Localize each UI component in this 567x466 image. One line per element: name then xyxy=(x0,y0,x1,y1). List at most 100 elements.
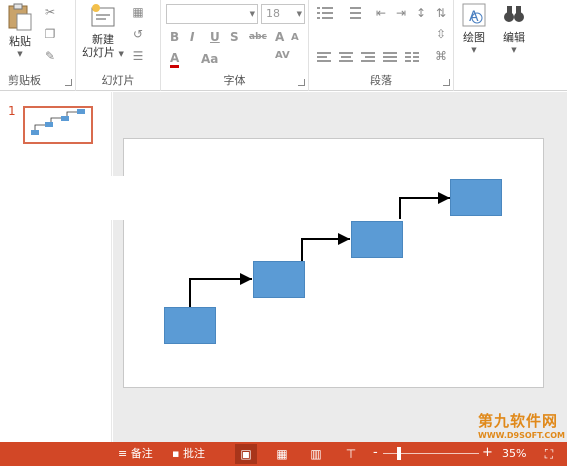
paste-icon xyxy=(8,3,32,31)
align-text-icon[interactable]: ⇳ xyxy=(433,26,449,42)
decrease-indent-icon[interactable]: ⇤ xyxy=(373,5,389,21)
fit-to-window-button[interactable]: ⛶ xyxy=(538,444,560,464)
align-right-icon[interactable] xyxy=(361,52,377,64)
font-color-button[interactable]: A xyxy=(170,52,180,68)
paste-label: 粘贴 xyxy=(9,35,31,48)
bullets-icon[interactable] xyxy=(317,6,335,20)
shadow-button[interactable]: S xyxy=(230,30,239,44)
columns-icon[interactable] xyxy=(405,52,421,64)
drawing-button[interactable]: A 绘图 ▼ xyxy=(458,2,490,57)
bold-button[interactable]: B xyxy=(170,30,179,44)
copy-icon[interactable]: ❐ xyxy=(42,26,58,42)
align-left-icon[interactable] xyxy=(317,52,333,64)
font-group: ▼ 18 ▼ A A B I U S abc AV A Aa 字体 xyxy=(161,0,309,91)
slide-number: 1 xyxy=(8,104,16,118)
status-bar: ≡ 备注 ▪ 批注 ▣ ▦ ▥ ⊤ - + 35% ⛶ xyxy=(0,442,567,466)
slide-thumbnail-preview xyxy=(31,109,85,135)
zoom-percent[interactable]: 35% xyxy=(502,446,526,462)
chevron-down-icon: ▼ xyxy=(17,50,23,58)
notes-button[interactable]: ≡ 备注 xyxy=(118,446,153,462)
connector-arrow-2[interactable] xyxy=(301,233,350,261)
numbering-icon[interactable] xyxy=(345,6,363,20)
paste-button[interactable]: 粘贴 ▼ xyxy=(4,2,36,61)
font-size-value: 18 xyxy=(266,7,280,20)
watermark: 第九软件网 WWW.D9SOFT.COM xyxy=(478,410,566,440)
connector-arrow-1[interactable] xyxy=(189,273,252,307)
strike-button[interactable]: abc xyxy=(249,32,267,42)
editing-button[interactable]: 编辑 ▼ xyxy=(498,2,530,57)
format-painter-icon[interactable]: ✎ xyxy=(42,48,58,64)
normal-view-icon: ▣ xyxy=(240,447,252,461)
chevron-down-icon: ▼ xyxy=(471,46,477,54)
notes-label: 备注 xyxy=(130,447,153,460)
thumbnail-pane: 1 xyxy=(0,92,112,442)
zoom-slider-thumb[interactable] xyxy=(397,447,401,460)
font-name-combo[interactable]: ▼ xyxy=(166,4,258,24)
font-launcher-icon[interactable] xyxy=(298,79,305,86)
paragraph-group-label: 段落 xyxy=(370,74,392,87)
new-slide-button[interactable]: 新建 幻灯片 ▼ xyxy=(80,2,126,61)
cut-icon[interactable]: ✂ xyxy=(42,4,58,20)
drawing-group: A 绘图 ▼ xyxy=(454,0,494,91)
connector-arrow-3[interactable] xyxy=(399,192,450,219)
font-size-combo[interactable]: 18 ▼ xyxy=(261,4,305,24)
slideshow-icon: ⊤ xyxy=(345,447,357,461)
rectangle-shape-2[interactable] xyxy=(253,261,305,298)
shapes-icon: A xyxy=(462,3,486,27)
new-slide-icon xyxy=(91,4,115,27)
watermark-sub: WWW.D9SOFT.COM xyxy=(478,431,566,440)
normal-view-button[interactable]: ▣ xyxy=(235,444,257,464)
new-slide-label-line2: 幻灯片 ▼ xyxy=(82,46,124,59)
paragraph-group: ⇤ ⇥ ↕ ⇅ ⇳ ⌘ 段落 xyxy=(309,0,454,91)
grow-font-button[interactable]: A xyxy=(275,30,284,44)
smartart-icon[interactable]: ⌘ xyxy=(433,48,449,64)
slide-thumbnail[interactable] xyxy=(23,106,93,144)
layout-icon[interactable]: ▦ xyxy=(130,4,146,20)
drawing-label: 绘图 xyxy=(463,31,485,44)
clipboard-launcher-icon[interactable] xyxy=(65,79,72,86)
reset-icon[interactable]: ↺ xyxy=(130,26,146,42)
slide-sorter-view-button[interactable]: ▦ xyxy=(271,444,293,464)
slide-sorter-icon: ▦ xyxy=(276,447,288,461)
rectangle-shape-1[interactable] xyxy=(164,307,216,344)
chevron-down-icon: ▼ xyxy=(249,10,255,18)
text-direction-icon[interactable]: ⇅ xyxy=(433,5,449,21)
binoculars-icon xyxy=(504,6,524,22)
editing-group: 编辑 ▼ xyxy=(494,0,534,91)
section-icon[interactable]: ☰ xyxy=(130,48,146,64)
chevron-down-icon: ▼ xyxy=(296,10,302,18)
comments-label: 批注 xyxy=(182,447,205,460)
underline-button[interactable]: U xyxy=(210,30,220,44)
watermark-main: 第九软件网 xyxy=(478,412,559,430)
notes-icon: ≡ xyxy=(118,447,128,460)
change-case-button[interactable]: Aa xyxy=(201,52,218,66)
reading-view-icon: ▥ xyxy=(310,447,322,461)
zoom-out-button[interactable]: - xyxy=(373,445,378,461)
slideshow-view-button[interactable]: ⊤ xyxy=(340,444,362,464)
rectangle-shape-4[interactable] xyxy=(450,179,502,216)
zoom-in-button[interactable]: + xyxy=(482,445,493,461)
slides-group: 新建 幻灯片 ▼ ▦ ↺ ☰ 幻灯片 xyxy=(76,0,161,91)
blank-overlay xyxy=(92,176,222,220)
char-spacing-button[interactable]: AV xyxy=(275,50,290,61)
shrink-font-button[interactable]: A xyxy=(291,32,299,43)
chevron-down-icon: ▼ xyxy=(511,46,517,54)
clipboard-group: 粘贴 ▼ ✂ ❐ ✎ 剪贴板 xyxy=(0,0,76,91)
paragraph-launcher-icon[interactable] xyxy=(443,79,450,86)
justify-icon[interactable] xyxy=(383,52,399,64)
clipboard-group-label: 剪贴板 xyxy=(8,74,41,87)
editing-label: 编辑 xyxy=(503,31,525,44)
comments-button[interactable]: ▪ 批注 xyxy=(172,446,205,462)
increase-indent-icon[interactable]: ⇥ xyxy=(393,5,409,21)
slides-group-label: 幻灯片 xyxy=(101,74,135,87)
font-group-label: 字体 xyxy=(223,74,246,87)
rectangle-shape-3[interactable] xyxy=(351,221,403,258)
align-center-icon[interactable] xyxy=(339,52,355,64)
fit-window-icon: ⛶ xyxy=(544,447,554,461)
ribbon: 粘贴 ▼ ✂ ❐ ✎ 剪贴板 新建 幻灯片 ▼ ▦ ↺ ☰ 幻灯片 ▼ 18 ▼… xyxy=(0,0,567,91)
line-spacing-icon[interactable]: ↕ xyxy=(413,5,429,21)
reading-view-button[interactable]: ▥ xyxy=(305,444,327,464)
new-slide-label-line1: 新建 xyxy=(92,33,114,46)
slide-editing-area xyxy=(113,92,567,442)
italic-button[interactable]: I xyxy=(190,30,194,44)
